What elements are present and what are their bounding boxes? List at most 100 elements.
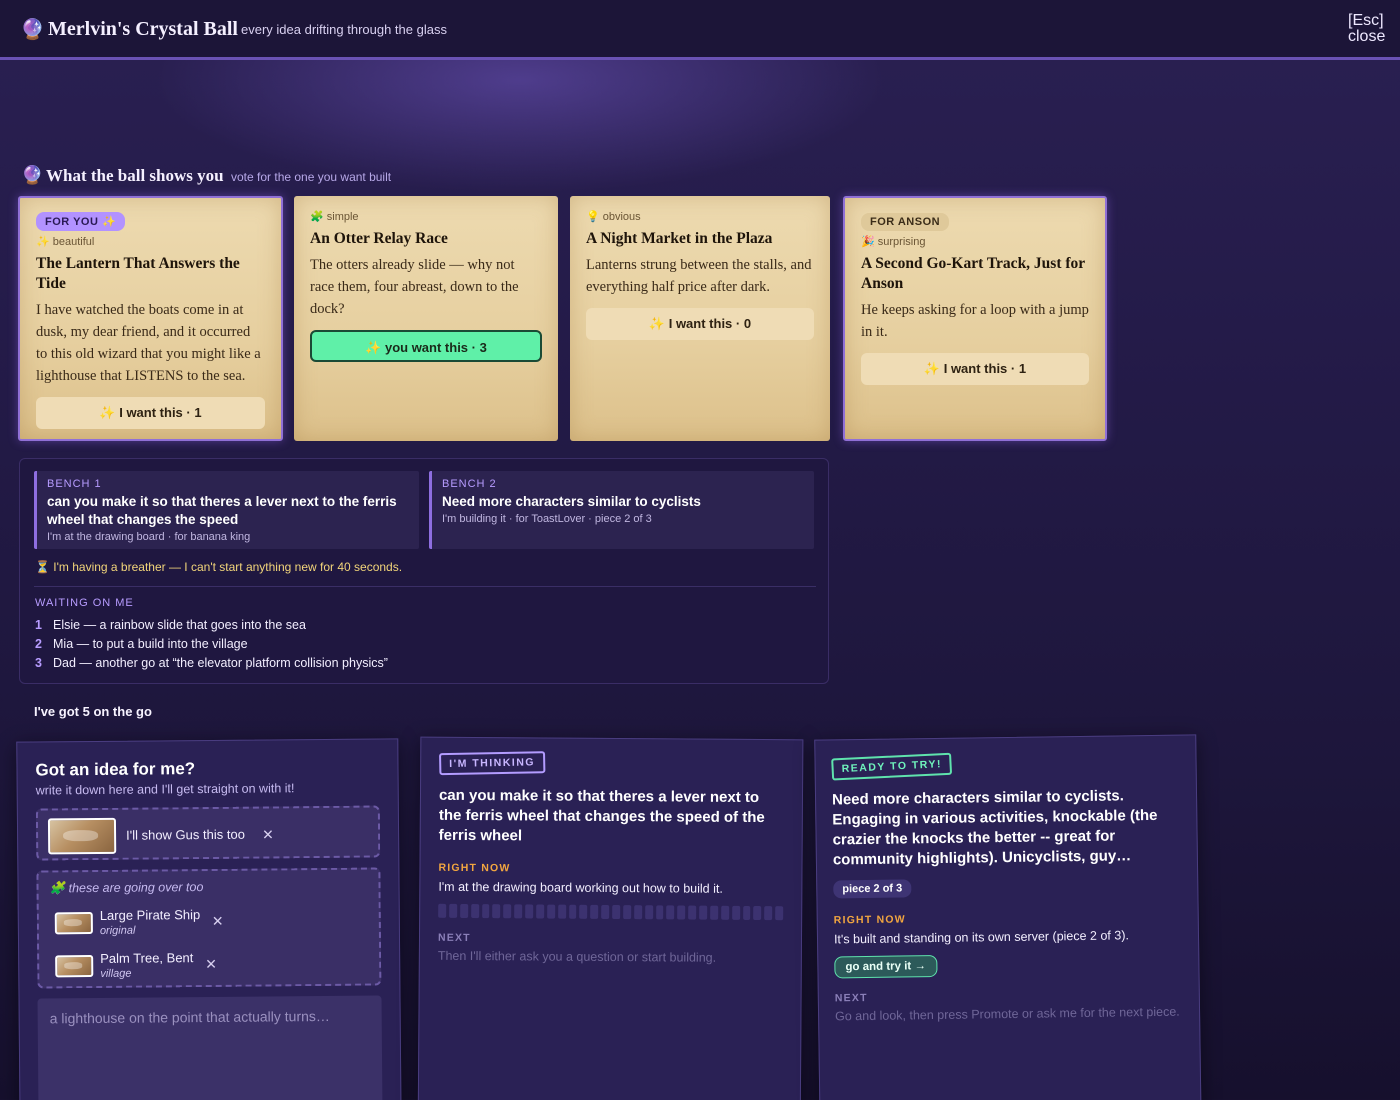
waiting-list: 1 Elsie — a rainbow slide that goes into …	[35, 616, 388, 673]
idea-card: 🧩 simple An Otter Relay Race The otters …	[294, 196, 558, 441]
item-thumbnail	[55, 955, 94, 978]
item-thumbnail	[54, 912, 93, 935]
queue-number: 1	[35, 618, 42, 632]
crystal-ball-icon: 🔮	[21, 165, 44, 185]
next-label: NEXT	[437, 931, 471, 945]
remove-attachment-button[interactable]: ✕	[262, 826, 274, 843]
workshop-panel: BENCH 1 can you make it so that theres a…	[19, 458, 829, 684]
vote-button-voted[interactable]: ✨ you want this · 3	[310, 330, 542, 362]
progress-segment	[720, 905, 729, 920]
progress-segment	[644, 905, 653, 920]
attachment-box: I'll show Gus this too ✕	[35, 805, 381, 861]
idea-card: FOR YOU ✨ ✨ beautiful The Lantern That A…	[18, 196, 283, 441]
progress-segment	[612, 905, 621, 920]
ready-card: READY TO TRY! Need more characters simil…	[814, 734, 1202, 1100]
going-over-label: 🧩 these are going over too	[49, 880, 204, 896]
progress-segment	[449, 903, 457, 918]
right-now-label: RIGHT NOW	[833, 913, 906, 927]
close-key-label: [Esc]	[1348, 12, 1384, 29]
progress-segment	[536, 904, 544, 919]
progress-segment	[633, 905, 642, 920]
progress-segment	[492, 904, 501, 919]
idea-title: An Otter Relay Race	[310, 230, 448, 247]
close-label: close	[1348, 28, 1386, 45]
progress-segment	[699, 905, 708, 920]
ready-title: Need more characters similar to cyclists…	[831, 787, 1158, 869]
progress-segment	[459, 903, 468, 919]
progress-segment	[481, 904, 490, 919]
remove-item-button[interactable]: ✕	[212, 913, 224, 930]
attachment-label: I'll show Gus this too	[126, 826, 245, 843]
bench-status: I'm building it · for ToastLover · piece…	[442, 513, 652, 525]
piece-chip: piece 2 of 3	[833, 879, 912, 899]
progress-bar	[438, 903, 784, 921]
idea-body: Lanterns strung between the stalls, and …	[586, 257, 812, 295]
list-item: 1 Elsie — a rainbow slide that goes into …	[35, 616, 388, 635]
go-count: I've got 5 on the go	[34, 704, 152, 719]
progress-segment	[764, 906, 773, 921]
vote-button[interactable]: ✨ I want this · 1	[861, 353, 1089, 385]
progress-segment	[775, 906, 784, 921]
bench-status: I'm at the drawing board · for banana ki…	[47, 531, 251, 543]
progress-segment	[470, 904, 479, 919]
remove-item-button[interactable]: ✕	[205, 956, 217, 973]
top-bar: 🔮 Merlvin's Crystal Ball every idea drif…	[0, 0, 1400, 60]
thinking-title: can you make it so that theres a lever n…	[438, 786, 765, 845]
thinking-card: I'M THINKING can you make it so that the…	[417, 736, 804, 1100]
next-text: Then I'll either ask you a question or s…	[437, 948, 717, 965]
progress-segment	[546, 904, 555, 919]
progress-segment	[590, 904, 599, 919]
progress-segment	[525, 904, 534, 919]
right-now-label: RIGHT NOW	[438, 861, 511, 875]
idea-title: The Lantern That Answers the Tide	[36, 255, 240, 292]
for-anson-badge: FOR ANSON	[861, 213, 950, 231]
progress-segment	[623, 905, 631, 920]
progress-segment	[688, 905, 697, 920]
next-text: Go and look, then press Promote or ask m…	[834, 1004, 1180, 1024]
breather-notice: ⏳ I'm having a breather — I can't start …	[35, 560, 403, 574]
idea-form-heading: Got an idea for me?	[35, 759, 196, 780]
idea-body: The otters already slide — why not race …	[310, 257, 519, 317]
queue-text: Elsie — a rainbow slide that goes into t…	[53, 618, 306, 632]
go-try-button[interactable]: go and try it →	[834, 954, 938, 979]
queue-text: Mia — to put a build into the village	[53, 637, 248, 651]
close-button[interactable]: [Esc] close	[1348, 13, 1388, 45]
right-now-text: It's built and standing on its own serve…	[833, 928, 1129, 947]
progress-segment	[514, 904, 523, 919]
item-name: Large Pirate Ship	[99, 907, 201, 923]
idea-form-subheading: write it down here and I'll get straight…	[35, 781, 295, 798]
progress-segment	[753, 905, 762, 921]
section-title: What the ball shows you	[46, 166, 224, 185]
thinking-stamp: I'M THINKING	[439, 751, 546, 776]
progress-segment	[503, 904, 512, 919]
bench-1: BENCH 1 can you make it so that theres a…	[34, 471, 419, 549]
progress-segment	[568, 904, 577, 919]
item-name: Palm Tree, Bent	[100, 950, 194, 966]
progress-segment	[601, 904, 610, 919]
section-subtitle: vote for the one you want built	[231, 170, 392, 184]
bench-title: Need more characters similar to cyclists	[442, 494, 701, 509]
idea-tag: 🎉 surprising	[861, 236, 926, 248]
next-label: NEXT	[834, 991, 868, 1005]
bench-label: BENCH 1	[47, 478, 102, 490]
queue-number: 2	[35, 637, 42, 651]
progress-segment	[677, 905, 686, 920]
attachment-thumbnail	[47, 817, 117, 855]
idea-card: FOR ANSON 🎉 surprising A Second Go-Kart …	[843, 196, 1107, 441]
right-now-text: I'm at the drawing board working out how…	[438, 879, 723, 896]
app-title: Merlvin's Crystal Ball	[48, 18, 238, 40]
progress-segment	[438, 903, 447, 918]
idea-card: 💡 obvious A Night Market in the Plaza La…	[570, 196, 830, 441]
divider	[34, 586, 816, 587]
app-tagline: every idea drifting through the glass	[241, 22, 447, 37]
progress-segment	[742, 905, 751, 920]
progress-segment	[710, 905, 718, 920]
vote-button[interactable]: ✨ I want this · 1	[36, 397, 265, 429]
list-item: 2 Mia — to put a build into the village	[35, 635, 388, 654]
progress-segment	[731, 905, 740, 920]
idea-title: A Night Market in the Plaza	[586, 230, 773, 247]
queue-number: 3	[35, 656, 42, 670]
vote-button[interactable]: ✨ I want this · 0	[586, 308, 814, 340]
idea-input[interactable]	[37, 995, 383, 1100]
going-over-box: 🧩 these are going over too Large Pirate …	[36, 867, 382, 989]
